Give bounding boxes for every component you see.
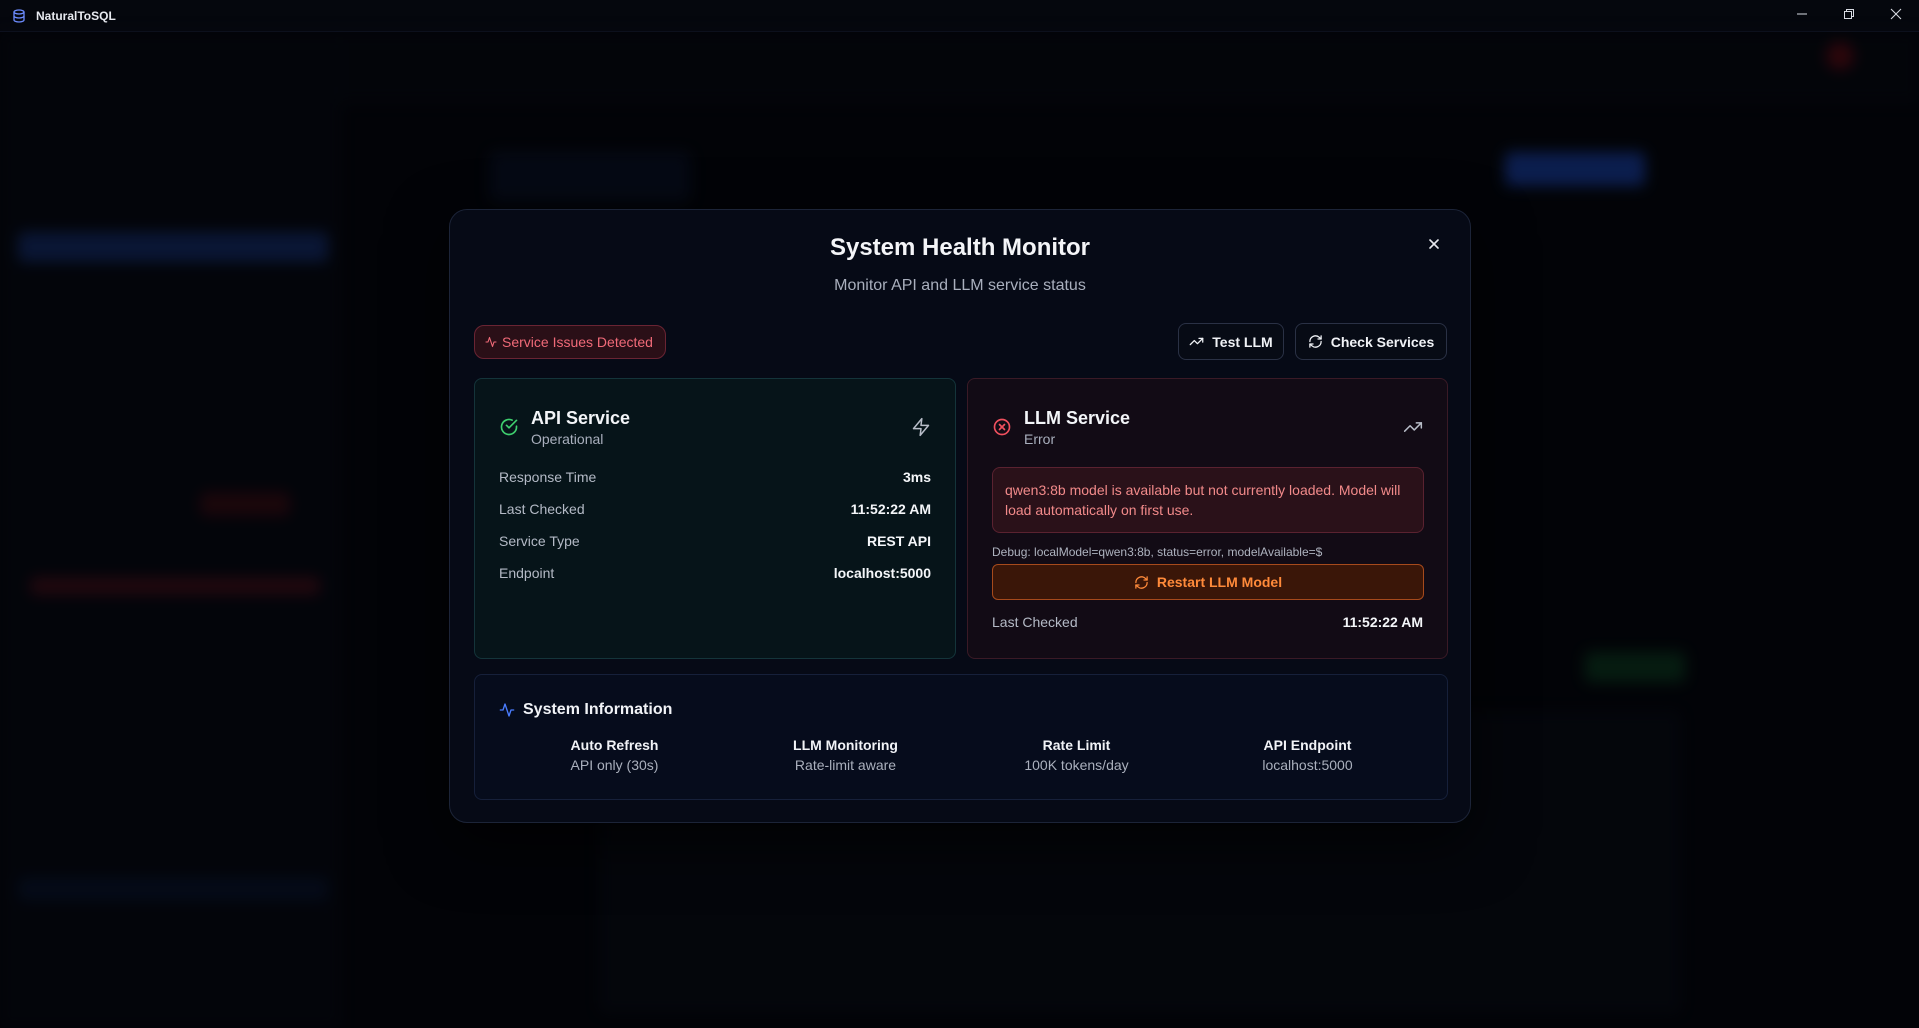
system-information-grid: Auto Refresh API only (30s) LLM Monitori… bbox=[499, 737, 1423, 773]
row-value: localhost:5000 bbox=[833, 565, 931, 581]
close-window-button[interactable] bbox=[1872, 0, 1919, 32]
trending-up-icon bbox=[1403, 417, 1423, 437]
modal-subtitle: Monitor API and LLM service status bbox=[834, 277, 1086, 294]
llm-service-header: LLM Service Error bbox=[992, 407, 1130, 447]
system-information-title: System Information bbox=[523, 701, 673, 718]
minimize-button[interactable] bbox=[1778, 0, 1825, 32]
api-service-name: API Service bbox=[531, 408, 631, 428]
status-badge-label: Service Issues Detected bbox=[502, 334, 653, 350]
check-services-label: Check Services bbox=[1330, 333, 1435, 350]
info-value: localhost:5000 bbox=[1262, 757, 1353, 773]
row-value: 11:52:22 AM bbox=[850, 501, 931, 517]
activity-icon bbox=[485, 336, 497, 348]
zap-icon bbox=[911, 417, 931, 437]
database-icon bbox=[12, 8, 26, 23]
restart-llm-button[interactable]: Restart LLM Model bbox=[992, 564, 1424, 600]
restart-llm-label: Restart LLM Model bbox=[1156, 574, 1283, 590]
restore-icon bbox=[1843, 7, 1855, 25]
row-value: 3ms bbox=[902, 469, 931, 485]
row-label: Service Type bbox=[499, 533, 580, 549]
activity-icon bbox=[499, 702, 515, 718]
trending-up-icon bbox=[1189, 334, 1204, 349]
llm-service-name: LLM Service bbox=[1024, 408, 1131, 428]
window-titlebar: NaturalToSQL bbox=[0, 0, 1919, 32]
api-service-state: Operational bbox=[531, 431, 604, 447]
info-label: API Endpoint bbox=[1263, 737, 1352, 753]
app-title: NaturalToSQL bbox=[36, 8, 116, 23]
window-controls bbox=[1778, 0, 1919, 32]
system-information-header: System Information bbox=[499, 701, 672, 719]
row-value: REST API bbox=[866, 533, 931, 549]
info-value: API only (30s) bbox=[570, 757, 659, 773]
info-llm-monitoring: LLM Monitoring Rate-limit aware bbox=[730, 737, 961, 773]
check-circle-icon bbox=[499, 417, 519, 437]
api-row-endpoint: Endpoint localhost:5000 bbox=[499, 565, 931, 581]
api-service-card: API Service Operational Response Time 3m… bbox=[474, 378, 956, 659]
api-row-service-type: Service Type REST API bbox=[499, 533, 931, 549]
info-value: Rate-limit aware bbox=[794, 757, 897, 773]
minimize-icon bbox=[1796, 7, 1808, 25]
x-circle-icon bbox=[992, 417, 1012, 437]
llm-row-last-checked: Last Checked 11:52:22 AM bbox=[992, 614, 1423, 630]
llm-service-card: LLM Service Error qwen3:8b model is avai… bbox=[967, 378, 1448, 659]
refresh-icon bbox=[1308, 334, 1323, 349]
api-row-last-checked: Last Checked 11:52:22 AM bbox=[499, 501, 931, 517]
system-health-modal: System Health Monitor Monitor API and LL… bbox=[449, 209, 1471, 823]
llm-error-message: qwen3:8b model is available but not curr… bbox=[992, 467, 1424, 533]
test-llm-button[interactable]: Test LLM bbox=[1178, 323, 1284, 360]
row-label: Response Time bbox=[499, 469, 597, 485]
info-api-endpoint: API Endpoint localhost:5000 bbox=[1192, 737, 1423, 773]
refresh-icon bbox=[1134, 575, 1149, 590]
row-label: Endpoint bbox=[499, 565, 555, 581]
check-services-button[interactable]: Check Services bbox=[1295, 323, 1447, 360]
info-label: LLM Monitoring bbox=[793, 737, 898, 753]
row-value: 11:52:22 AM bbox=[1342, 614, 1423, 630]
info-value: 100K tokens/day bbox=[1024, 757, 1129, 773]
row-label: Last Checked bbox=[499, 501, 585, 517]
api-row-response-time: Response Time 3ms bbox=[499, 469, 931, 485]
close-icon bbox=[1890, 7, 1902, 25]
info-label: Rate Limit bbox=[1042, 737, 1111, 753]
modal-title: System Health Monitor bbox=[829, 234, 1091, 261]
llm-debug-text: Debug: localModel=qwen3:8b, status=error… bbox=[992, 545, 1323, 559]
status-badge: Service Issues Detected bbox=[474, 325, 666, 359]
test-llm-label: Test LLM bbox=[1212, 333, 1273, 350]
restore-button[interactable] bbox=[1825, 0, 1872, 32]
info-label: Auto Refresh bbox=[570, 737, 659, 753]
api-service-header: API Service Operational bbox=[499, 407, 630, 447]
info-auto-refresh: Auto Refresh API only (30s) bbox=[499, 737, 730, 773]
system-information-panel: System Information Auto Refresh API only… bbox=[474, 674, 1448, 800]
row-label: Last Checked bbox=[992, 614, 1078, 630]
info-rate-limit: Rate Limit 100K tokens/day bbox=[961, 737, 1192, 773]
llm-service-state: Error bbox=[1024, 431, 1056, 447]
